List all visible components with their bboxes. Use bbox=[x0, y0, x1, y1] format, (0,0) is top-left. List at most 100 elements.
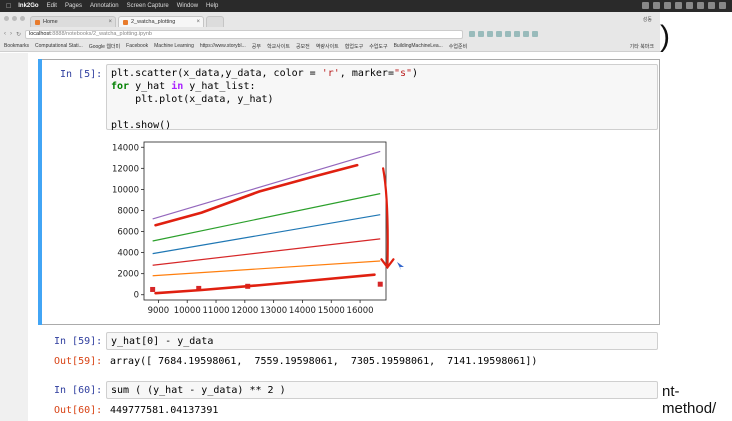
code-line: y_hat[0] - y_data bbox=[111, 336, 214, 347]
new-tab-button[interactable] bbox=[206, 16, 224, 27]
forward-icon[interactable]: › bbox=[10, 31, 12, 37]
y-tick-label: 4000 bbox=[117, 249, 139, 259]
y-tick-label: 14000 bbox=[112, 143, 139, 153]
status-icon[interactable] bbox=[653, 2, 660, 9]
input-prompt: In [5]: bbox=[60, 69, 103, 80]
status-icon[interactable] bbox=[719, 2, 726, 9]
background-paren: ) bbox=[660, 20, 670, 53]
tab-notebook[interactable]: 2_watcha_plotting × bbox=[118, 16, 204, 27]
bookmark-item[interactable]: 역량사이트 bbox=[316, 43, 339, 50]
extension-icon[interactable] bbox=[523, 31, 530, 37]
extension-icon[interactable] bbox=[532, 31, 539, 37]
url-path: :8888/notebooks/2_watcha_plotting.ipynb bbox=[50, 31, 152, 37]
x-tick-label: 9000 bbox=[148, 306, 170, 316]
y-tick-label: 6000 bbox=[117, 228, 139, 238]
status-icon[interactable] bbox=[642, 2, 649, 9]
tab-label: 2_watcha_plotting bbox=[131, 19, 176, 25]
code-input[interactable]: sum ( (y_hat - y_data) ** 2 ) bbox=[106, 381, 658, 399]
bookmark-item[interactable]: Bookmarks bbox=[4, 43, 29, 49]
mouse-cursor-icon bbox=[397, 262, 404, 270]
code-input[interactable]: y_hat[0] - y_data bbox=[106, 332, 658, 350]
output-prompt: Out[59]: bbox=[54, 356, 103, 367]
y-axis: 0 2000 4000 6000 8000 10000 12000 14000 bbox=[112, 143, 144, 301]
background-document bbox=[660, 12, 732, 421]
tab-label: Home bbox=[43, 19, 58, 25]
menu-item-pages[interactable]: Pages bbox=[65, 3, 82, 9]
status-icon[interactable] bbox=[697, 2, 704, 9]
x-axis: 9000 10000 11000 12000 13000 14000 15000 16000 bbox=[148, 300, 374, 316]
y-tick-label: 0 bbox=[134, 291, 139, 301]
x-tick-label: 11000 bbox=[203, 306, 230, 316]
code-line: for y_hat in y_hat_list: bbox=[111, 81, 256, 92]
menu-bar:  Ink2Go Edit Pages Annotation Screen Ca… bbox=[0, 0, 732, 12]
code-input[interactable]: plt.scatter(x_data,y_data, color = 'r', … bbox=[106, 64, 658, 131]
page-gutter bbox=[0, 53, 28, 421]
scatter-plot: 0 2000 4000 6000 8000 10000 12000 14000 9000 100… bbox=[112, 141, 395, 316]
bookmark-item[interactable]: 수업준비 bbox=[449, 43, 467, 50]
menu-item-window[interactable]: Window bbox=[177, 3, 198, 9]
x-tick-label: 16000 bbox=[347, 306, 374, 316]
extension-icon[interactable] bbox=[514, 31, 521, 37]
extension-icons bbox=[469, 31, 539, 37]
close-tab-icon[interactable]: × bbox=[196, 19, 200, 25]
x-tick-label: 10000 bbox=[174, 306, 201, 316]
menu-item-annotation[interactable]: Annotation bbox=[90, 3, 119, 9]
y-tick-label: 2000 bbox=[117, 270, 139, 280]
profile-label[interactable]: 성동 bbox=[643, 16, 652, 23]
menu-item-edit[interactable]: Edit bbox=[47, 3, 57, 9]
address-bar[interactable]: localhost :8888/notebooks/2_watcha_plott… bbox=[25, 29, 464, 39]
bookmark-item[interactable]: 학교사이트 bbox=[267, 43, 290, 50]
x-tick-label: 13000 bbox=[260, 306, 287, 316]
y-tick-label: 8000 bbox=[117, 206, 139, 216]
status-icon[interactable] bbox=[708, 2, 715, 9]
y-tick-label: 12000 bbox=[112, 164, 139, 174]
extension-icon[interactable] bbox=[496, 31, 503, 37]
browser-chrome: Home × 2_watcha_plotting × 성동 ‹ › ↻ loca… bbox=[0, 12, 660, 52]
extension-icon[interactable] bbox=[478, 31, 485, 37]
bookmark-item[interactable]: Computational Stati... bbox=[35, 43, 83, 49]
cell-output: 449777581.04137391 bbox=[110, 405, 219, 416]
extension-icon[interactable] bbox=[487, 31, 494, 37]
bookmark-item[interactable]: 공모전 bbox=[296, 43, 310, 50]
scatter-point bbox=[377, 281, 383, 287]
jupyter-icon bbox=[35, 19, 40, 25]
app-menu[interactable]: Ink2Go bbox=[18, 3, 38, 9]
reload-icon[interactable]: ↻ bbox=[16, 31, 21, 38]
bookmark-item[interactable]: https://www.storybl... bbox=[200, 43, 246, 49]
code-line: plt.scatter(x_data,y_data, color = 'r', … bbox=[111, 68, 419, 79]
status-icon[interactable] bbox=[675, 2, 682, 9]
extension-icon[interactable] bbox=[505, 31, 512, 37]
jupyter-icon bbox=[123, 19, 128, 25]
url-host: localhost bbox=[29, 31, 51, 37]
y-tick-label: 10000 bbox=[112, 185, 139, 195]
tab-strip: Home × 2_watcha_plotting × bbox=[0, 14, 660, 27]
scatter-point bbox=[150, 286, 156, 292]
bookmark-item[interactable]: Google 웹더미 bbox=[89, 43, 120, 50]
apple-menu-icon[interactable]:  bbox=[6, 3, 11, 10]
menu-item-help[interactable]: Help bbox=[206, 3, 218, 9]
tab-home[interactable]: Home × bbox=[30, 16, 116, 27]
back-icon[interactable]: ‹ bbox=[4, 31, 6, 37]
cell-selection-indicator bbox=[38, 59, 42, 325]
bookmark-item[interactable]: BuildingMachineLea... bbox=[394, 43, 443, 49]
bookmark-item[interactable]: Machine Learning bbox=[154, 43, 194, 49]
extension-icon[interactable] bbox=[469, 31, 476, 37]
bookmark-item[interactable]: 공부 bbox=[252, 43, 261, 50]
cell-output: array([ 7684.19598061, 7559.19598061, 73… bbox=[110, 356, 538, 367]
code-line: plt.show() bbox=[111, 120, 172, 131]
status-icon[interactable] bbox=[686, 2, 693, 9]
x-tick-label: 12000 bbox=[231, 306, 258, 316]
status-icon[interactable] bbox=[664, 2, 671, 9]
input-prompt: In [60]: bbox=[54, 385, 103, 396]
menu-item-screen-capture[interactable]: Screen Capture bbox=[127, 3, 169, 9]
address-row: ‹ › ↻ localhost :8888/notebooks/2_watcha… bbox=[0, 28, 660, 40]
bookmark-item[interactable]: 협업도구 bbox=[345, 43, 363, 50]
status-icons bbox=[642, 2, 726, 9]
output-prompt: Out[60]: bbox=[54, 405, 103, 416]
close-tab-icon[interactable]: × bbox=[108, 19, 112, 25]
bookmarks-bar: Bookmarks Computational Stati... Google … bbox=[0, 41, 660, 51]
bookmark-item[interactable]: 수업도구 bbox=[369, 43, 387, 50]
bookmarks-other[interactable]: 기타 북마크 bbox=[630, 43, 654, 50]
bookmark-item[interactable]: Facebook bbox=[126, 43, 148, 49]
x-tick-label: 14000 bbox=[289, 306, 316, 316]
